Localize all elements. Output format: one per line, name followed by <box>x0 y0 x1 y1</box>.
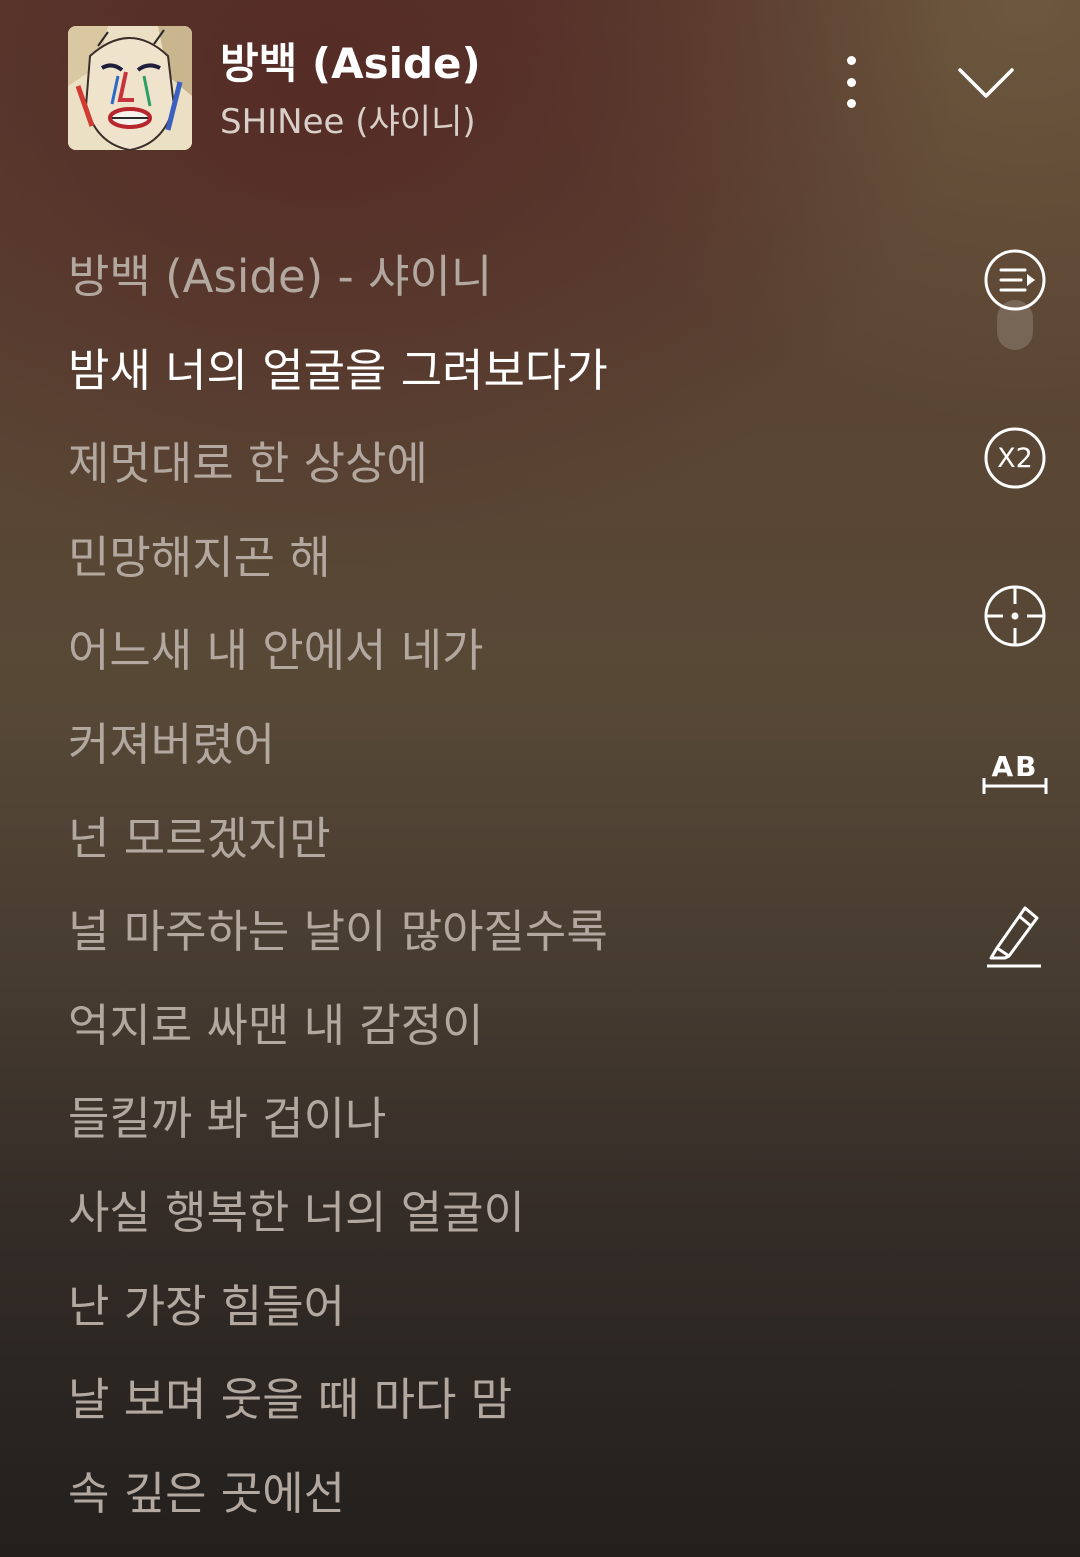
lyric-line[interactable]: 속 깊은 곳에선 <box>68 1447 928 1541</box>
lyrics-list[interactable]: 방백 (Aside) - 샤이니 밤새 너의 얼굴을 그려보다가 제멋대로 한 … <box>68 230 928 1540</box>
translate-button[interactable]: AB <box>970 740 1060 804</box>
lyrics-list-icon[interactable] <box>970 248 1060 312</box>
lyric-line[interactable]: 들킬까 봐 겁이나 <box>68 1072 928 1166</box>
lyric-line[interactable]: 날 보며 웃을 때 마다 맘 <box>68 1353 928 1447</box>
song-artist[interactable]: SHINee (샤이니) <box>220 94 476 143</box>
lyric-line[interactable]: 어느새 내 안에서 네가 <box>68 604 928 698</box>
more-dot <box>846 56 856 65</box>
translate-label: AB <box>991 750 1039 783</box>
more-dot <box>846 99 856 108</box>
more-vertical-icon[interactable] <box>826 50 876 114</box>
lyric-line[interactable]: 방백 (Aside) - 샤이니 <box>68 230 928 324</box>
lyric-line[interactable]: 커져버렸어 <box>68 698 928 792</box>
crosshair-icon[interactable] <box>970 584 1060 648</box>
lyric-line-current[interactable]: 밤새 너의 얼굴을 그려보다가 <box>68 324 928 418</box>
lyric-line[interactable]: 억지로 싸맨 내 감정이 <box>68 979 928 1073</box>
lyric-line[interactable]: 민망해지곤 해 <box>68 511 928 605</box>
highlighter-icon[interactable] <box>970 896 1060 972</box>
lyric-line[interactable]: 제멋대로 한 상상에 <box>68 417 928 511</box>
lyric-line[interactable]: 사실 행복한 너의 얼굴이 <box>68 1166 928 1260</box>
player-header: 방백 (Aside) SHINee (샤이니) <box>0 0 1080 180</box>
album-art-image <box>68 26 192 150</box>
speed-label: X2 <box>997 442 1033 474</box>
more-dot <box>846 77 856 87</box>
lyric-line[interactable]: 난 가장 힘들어 <box>68 1260 928 1354</box>
album-art[interactable] <box>68 26 192 150</box>
chevron-down-icon[interactable] <box>950 52 1022 108</box>
lyric-line[interactable]: 넌 모르겠지만 <box>68 792 928 886</box>
playback-speed-button[interactable]: X2 <box>970 426 1060 490</box>
lyric-line[interactable]: 널 마주하는 날이 많아질수록 <box>68 885 928 979</box>
song-title: 방백 (Aside) <box>220 39 481 88</box>
